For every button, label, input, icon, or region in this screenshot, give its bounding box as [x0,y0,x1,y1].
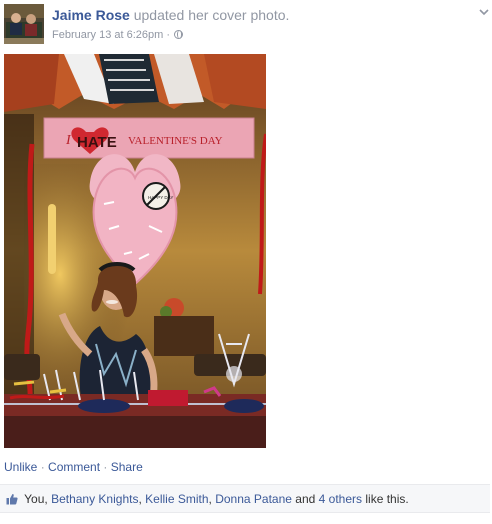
likes-and: and [295,492,316,506]
likes-you: You, [24,492,48,506]
meta-separator: · [166,29,171,41]
banner-text-hate: HATE [77,134,117,151]
author-avatar[interactable] [4,4,44,44]
likes-suffix: like this. [365,492,409,506]
story-action-text: updated her cover photo. [133,7,290,23]
banner-text-valentines: VALENTINE'S DAY [128,135,223,147]
unlike-link[interactable]: Unlike [4,460,37,474]
action-separator: · [103,460,108,474]
thumbs-up-icon [6,493,18,508]
story-header: Jaime Rose updated her cover photo. [52,7,289,23]
globe-icon[interactable] [174,30,184,39]
liker-link[interactable]: Donna Patane [215,492,292,506]
action-separator: · [40,460,45,474]
comment-link[interactable]: Comment [48,460,100,474]
cover-photo[interactable]: I HATE VALENTINE'S DAY HAPPY DAY [4,54,266,448]
feed-story: Jaime Rose updated her cover photo. Febr… [0,0,492,524]
liker-link[interactable]: Kellie Smith [145,492,208,506]
story-actions: Unlike · Comment · Share [4,460,143,474]
timestamp-link[interactable]: February 13 at 6:26pm [52,29,163,41]
others-link[interactable]: 4 others [319,492,362,506]
author-name[interactable]: Jaime Rose [52,7,130,23]
pinata-sign-text: HAPPY DAY [148,195,173,200]
divider [0,512,490,513]
chevron-down-icon[interactable] [478,6,490,18]
share-link[interactable]: Share [111,460,143,474]
story-meta: February 13 at 6:26pm · [52,29,184,41]
liker-link[interactable]: Bethany Knights [51,492,138,506]
likes-summary: You, Bethany Knights, Kellie Smith, Donn… [0,484,490,512]
